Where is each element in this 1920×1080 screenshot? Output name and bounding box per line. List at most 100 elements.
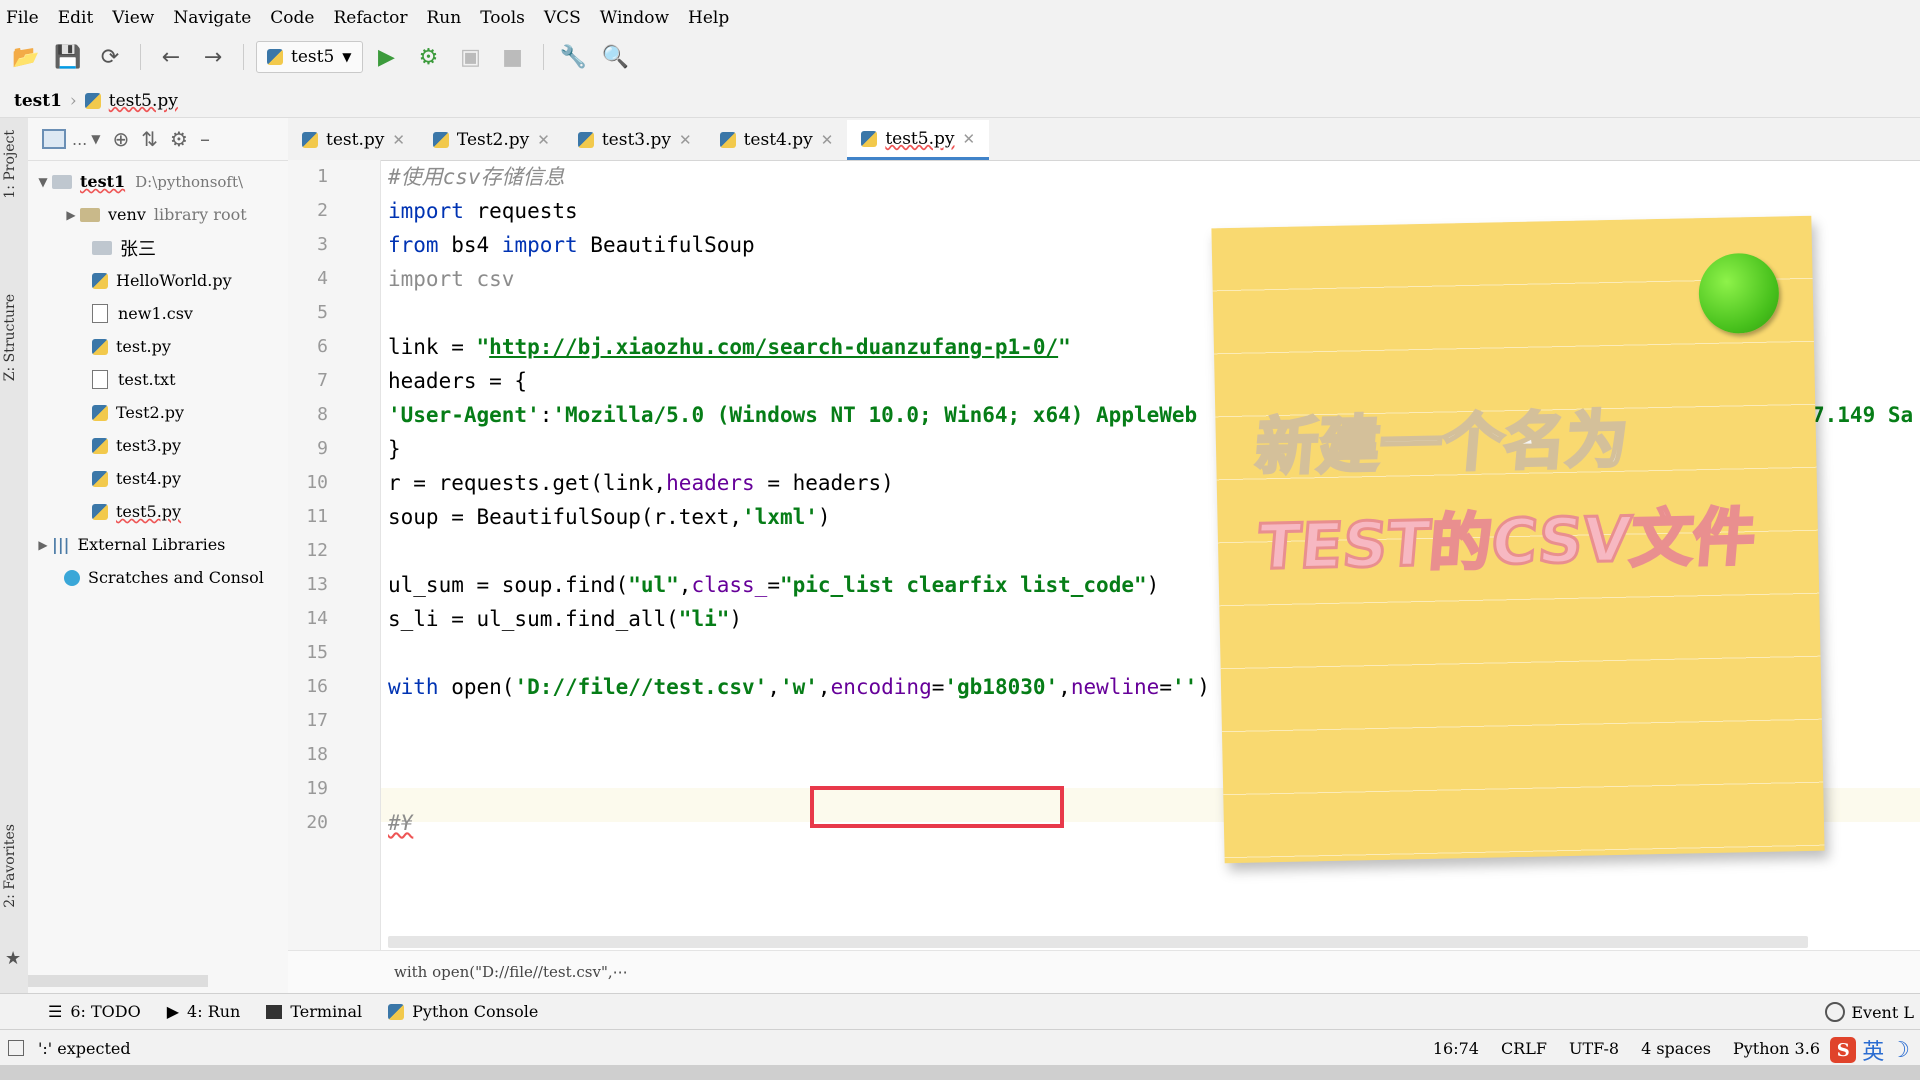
line-number: 9 <box>317 438 328 459</box>
text-file-icon <box>92 370 108 389</box>
sync-icon[interactable]: ⟳ <box>92 41 128 73</box>
python-icon <box>388 1003 405 1020</box>
wrench-icon[interactable]: 🔧 <box>556 41 592 73</box>
save-icon[interactable]: 💾 <box>50 41 86 73</box>
tree-item[interactable]: test4.py <box>28 462 288 495</box>
python-console-tool[interactable]: Python Console <box>388 1002 538 1021</box>
parameter: newline <box>1070 675 1160 699</box>
favorites-tool-tab[interactable]: 2: Favorites <box>2 824 18 908</box>
menu-code[interactable]: Code <box>264 8 327 28</box>
tab-label: test4.py <box>743 130 813 150</box>
sogou-ime-icon[interactable]: S <box>1830 1037 1857 1063</box>
menu-navigate[interactable]: Navigate <box>167 8 264 28</box>
root-path: D:\pythonsoft\ <box>135 172 244 191</box>
close-icon[interactable]: ✕ <box>679 131 692 149</box>
file-encoding[interactable]: UTF-8 <box>1569 1039 1619 1058</box>
tree-item[interactable]: test.txt <box>28 363 288 396</box>
stop-icon[interactable]: ■ <box>495 41 531 73</box>
hide-icon[interactable]: – <box>200 127 210 151</box>
open-folder-icon[interactable]: 📂 <box>8 41 44 73</box>
event-log-tool[interactable]: Event L <box>1825 994 1920 1030</box>
locate-icon[interactable]: ⊕ <box>113 127 130 151</box>
menu-refactor[interactable]: Refactor <box>327 8 420 28</box>
line-separator[interactable]: CRLF <box>1501 1039 1547 1058</box>
tree-item[interactable]: test5.py <box>28 495 288 528</box>
cursor-position[interactable]: 16:74 <box>1433 1039 1479 1058</box>
search-icon[interactable]: 🔍 <box>598 41 634 73</box>
close-icon[interactable]: ✕ <box>962 130 975 148</box>
project-tool-tab[interactable]: 1: Project <box>2 130 18 199</box>
menu-window[interactable]: Window <box>594 8 682 28</box>
forward-arrow-icon[interactable]: → <box>195 41 231 73</box>
menu-help[interactable]: Help <box>682 8 742 28</box>
folder-icon <box>52 174 72 189</box>
python-file-icon <box>92 404 108 421</box>
tree-item[interactable]: test3.py <box>28 429 288 462</box>
breadcrumb: test1 › test5.py <box>0 84 1920 118</box>
debug-icon[interactable]: ⚙ <box>411 41 447 73</box>
ime-language[interactable]: 英 <box>1862 1034 1884 1066</box>
menu-edit[interactable]: Edit <box>52 8 107 28</box>
string: 'Mozilla/5.0 (Windows NT 10.0; Win64; x6… <box>552 403 1198 427</box>
chevron-down-icon: ▼ <box>342 50 352 64</box>
project-view-icon[interactable] <box>42 129 66 149</box>
scratches-icon <box>64 569 80 586</box>
python-file-icon <box>302 132 318 148</box>
url-string[interactable]: http://bj.xiaozhu.com/search-duanzufang-… <box>489 335 1058 359</box>
tree-item-label: HelloWorld.py <box>116 271 232 290</box>
menu-view[interactable]: View <box>106 8 167 28</box>
expand-arrow-icon[interactable]: ▶ <box>62 208 80 222</box>
tree-root[interactable]: ▼ test1 D:\pythonsoft\ <box>28 165 288 198</box>
code-line-16: with open('D://file//test.csv','w',encod… <box>388 670 1210 704</box>
project-view-dots[interactable]: ... <box>72 130 87 149</box>
string: " <box>476 335 490 359</box>
tree-scratches[interactable]: Scratches and Consol <box>28 561 288 594</box>
tree-item[interactable]: new1.csv <box>28 297 288 330</box>
indent-setting[interactable]: 4 spaces <box>1641 1039 1711 1058</box>
dropdown-icon[interactable]: ▼ <box>91 132 100 146</box>
project-hscrollbar[interactable] <box>28 975 208 987</box>
run-icon[interactable]: ▶ <box>369 41 405 73</box>
structure-tool-tab[interactable]: Z: Structure <box>2 294 18 381</box>
run-config-select[interactable]: test5 ▼ <box>256 41 363 73</box>
status-panel-icon[interactable] <box>8 1040 24 1056</box>
breadcrumb-project[interactable]: test1 <box>14 91 62 111</box>
tree-venv[interactable]: ▶ venv library root <box>28 198 288 231</box>
tree-item[interactable]: test.py <box>28 330 288 363</box>
string: '' <box>1172 675 1198 699</box>
menu-tools[interactable]: Tools <box>474 8 538 28</box>
coverage-icon[interactable]: ▣ <box>453 41 489 73</box>
tab-test5-py[interactable]: test5.py ✕ <box>847 120 990 160</box>
menu-vcs[interactable]: VCS <box>538 8 594 28</box>
tree-item[interactable]: HelloWorld.py <box>28 264 288 297</box>
close-icon[interactable]: ✕ <box>821 131 834 149</box>
expand-arrow-icon[interactable]: ▼ <box>34 175 52 189</box>
line-number: 2 <box>317 200 328 221</box>
menu-run[interactable]: Run <box>421 8 475 28</box>
tab-test2-py[interactable]: Test2.py ✕ <box>419 120 564 160</box>
close-icon[interactable]: ✕ <box>537 131 550 149</box>
tree-external-libraries[interactable]: ▶ ||| External Libraries <box>28 528 288 561</box>
breadcrumb-file[interactable]: test5.py <box>109 91 178 111</box>
editor-hscrollbar[interactable] <box>388 936 1808 948</box>
moon-icon[interactable]: ☽ <box>1890 1038 1910 1063</box>
comment: #¥ <box>388 811 414 835</box>
expand-arrow-icon[interactable]: ▶ <box>34 538 52 552</box>
back-arrow-icon[interactable]: ← <box>153 41 189 73</box>
string: 'D://file//test.csv' <box>514 675 768 699</box>
todo-tool[interactable]: ☰ 6: TODO <box>48 1002 141 1021</box>
tab-test-py[interactable]: test.py ✕ <box>288 120 419 160</box>
tree-item-label: Test2.py <box>116 403 185 422</box>
close-icon[interactable]: ✕ <box>392 131 405 149</box>
collapse-all-icon[interactable]: ⇅ <box>141 127 158 151</box>
menu-file[interactable]: File <box>0 8 52 28</box>
gear-icon[interactable]: ⚙ <box>170 127 188 151</box>
tree-item[interactable]: 张三 <box>28 231 288 264</box>
code-text: ) <box>1197 675 1210 699</box>
run-tool[interactable]: ▶ 4: Run <box>167 1002 241 1021</box>
tab-test4-py[interactable]: test4.py ✕ <box>706 120 848 160</box>
terminal-tool[interactable]: Terminal <box>266 1002 362 1021</box>
interpreter[interactable]: Python 3.6 <box>1733 1039 1820 1058</box>
tab-test3-py[interactable]: test3.py ✕ <box>564 120 706 160</box>
tree-item[interactable]: Test2.py <box>28 396 288 429</box>
